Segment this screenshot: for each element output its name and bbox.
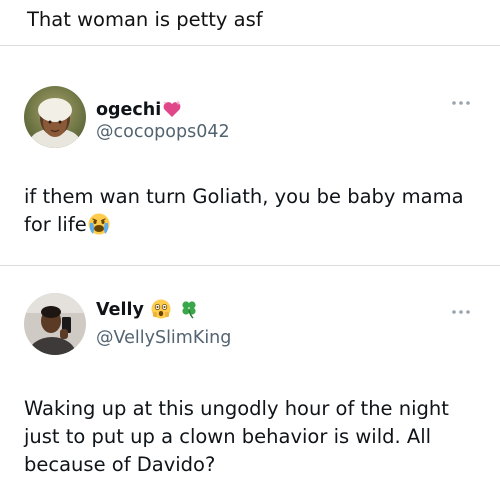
tweet-text: if them wan turn Goliath, you be baby ma… [24, 183, 464, 244]
avatar-photo [24, 86, 86, 148]
crying-face-icon [87, 212, 111, 244]
astonished-face-icon [150, 298, 172, 326]
four-leaf-clover-icon [178, 298, 200, 326]
handle[interactable]: @cocopops042 [96, 121, 230, 143]
handle[interactable]: @VellySlimKing [96, 327, 231, 349]
more-options-icon[interactable] [449, 97, 473, 109]
display-name[interactable]: Velly [96, 298, 200, 326]
post-caption: That woman is petty asf [27, 8, 263, 31]
avatar[interactable] [24, 293, 86, 355]
more-options-icon[interactable] [449, 306, 473, 318]
avatar[interactable] [24, 86, 86, 148]
tweet-text: Waking up at this ungodly hour of the ni… [24, 397, 449, 476]
divider [0, 45, 500, 46]
divider [0, 265, 500, 266]
avatar-photo [24, 293, 86, 355]
